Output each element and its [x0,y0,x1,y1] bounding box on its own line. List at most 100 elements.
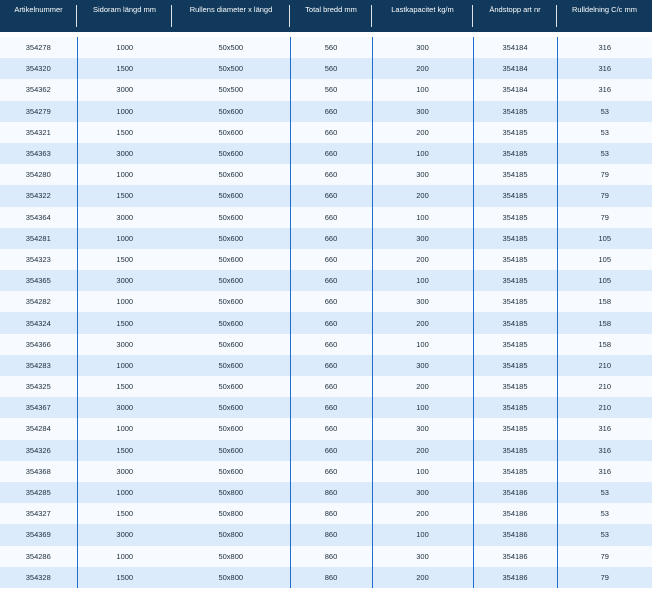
table-cell: 660 [290,291,373,313]
table-cell: 200 [372,58,474,80]
table-cell: 1000 [77,418,172,440]
table-cell: 1000 [77,164,172,186]
table-cell: 100 [372,397,474,419]
table-cell: 158 [557,291,652,313]
table-row: 354327 1500 50x800 860 200 354186 53 [0,503,652,525]
table-cell: 3000 [77,524,172,546]
table-cell: 354185 [473,333,558,355]
table-cell: 3000 [77,206,172,228]
table-cell: 560 [290,79,373,101]
header-label: Total bredd mm [305,5,357,14]
table-cell: 354185 [473,376,558,398]
table-cell: 300 [372,481,474,504]
table-cell: 50x500 [172,37,291,59]
table-row: 354325 1500 50x600 660 200 354185 210 [0,376,652,398]
header-label: Rullens diameter x längd [189,5,273,14]
table-cell: 300 [372,354,474,376]
table-cell: 300 [372,545,474,567]
column-header-lastkapacitet: Lastkapacitet kg/m [372,0,473,32]
table-cell: 1500 [77,376,172,398]
table-cell: 50x600 [172,312,291,334]
table-row: 354281 1000 50x600 660 300 354185 105 [0,227,652,249]
table-cell: 300 [372,291,474,313]
table-cell: 50x600 [172,270,291,292]
table-cell: 1000 [77,37,172,59]
table-cell: 860 [290,566,373,588]
table-cell: 1000 [77,100,172,122]
table-cell: 660 [290,354,373,376]
table-cell: 354185 [473,460,558,482]
table-cell: 316 [557,460,652,482]
table-cell: 50x600 [172,121,291,143]
table-cell: 354368 [0,460,78,482]
table-cell: 354184 [473,58,558,80]
table-cell: 50x600 [172,185,291,207]
table-cell: 1000 [77,545,172,567]
table-cell: 660 [290,121,373,143]
table-cell: 53 [557,121,652,143]
table-cell: 316 [557,58,652,80]
column-header-rullens-diameter: Rullens diameter x längd [172,0,290,32]
table-row: 354279 1000 50x600 660 300 354185 53 [0,100,652,122]
table-cell: 50x600 [172,354,291,376]
table-cell: 560 [290,58,373,80]
table-cell: 3000 [77,79,172,101]
table-cell: 1500 [77,312,172,334]
table-row: 354364 3000 50x600 660 100 354185 79 [0,206,652,228]
table-cell: 354282 [0,291,78,313]
table-cell: 50x600 [172,142,291,165]
table-cell: 860 [290,545,373,567]
table-row: 354365 3000 50x600 660 100 354185 105 [0,270,652,292]
table-cell: 354185 [473,227,558,249]
table-cell: 354185 [473,270,558,292]
table-cell: 50x600 [172,460,291,482]
table-cell: 354325 [0,376,78,398]
table-cell: 300 [372,227,474,249]
table-cell: 105 [557,227,652,249]
table-cell: 354322 [0,185,78,207]
table-cell: 354186 [473,545,558,567]
table-cell: 316 [557,79,652,101]
table-cell: 300 [372,418,474,440]
table-cell: 316 [557,439,652,461]
table-cell: 210 [557,397,652,419]
table-cell: 3000 [77,270,172,292]
table-cell: 354362 [0,79,78,101]
table-cell: 1000 [77,354,172,376]
table-cell: 105 [557,270,652,292]
table-row: 354367 3000 50x600 660 100 354185 210 [0,397,652,419]
table-cell: 354367 [0,397,78,419]
table-cell: 100 [372,270,474,292]
table-cell: 660 [290,227,373,249]
table-cell: 354324 [0,312,78,334]
table-cell: 660 [290,206,373,228]
table-cell: 105 [557,248,652,271]
table-cell: 354185 [473,354,558,376]
table-cell: 354369 [0,524,78,546]
header-label: Artikelnummer [14,5,63,14]
table-cell: 1000 [77,227,172,249]
table-cell: 354366 [0,333,78,355]
table-cell: 354284 [0,418,78,440]
table-cell: 50x600 [172,227,291,249]
table-cell: 3000 [77,333,172,355]
table-cell: 354365 [0,270,78,292]
table-cell: 53 [557,142,652,165]
table-cell: 200 [372,439,474,461]
table-cell: 1500 [77,121,172,143]
table-row: 354324 1500 50x600 660 200 354185 158 [0,312,652,334]
table-cell: 354327 [0,503,78,525]
column-header-total-bredd: Total bredd mm [290,0,372,32]
table-cell: 1500 [77,439,172,461]
table-row: 354328 1500 50x800 860 200 354186 79 [0,566,652,588]
table-cell: 50x800 [172,524,291,546]
table-cell: 50x600 [172,376,291,398]
table-cell: 860 [290,481,373,504]
table-cell: 50x800 [172,545,291,567]
table-cell: 79 [557,566,652,588]
table-cell: 200 [372,376,474,398]
table-cell: 316 [557,418,652,440]
table-cell: 354279 [0,100,78,122]
table-row: 354363 3000 50x600 660 100 354185 53 [0,142,652,165]
table-cell: 3000 [77,397,172,419]
